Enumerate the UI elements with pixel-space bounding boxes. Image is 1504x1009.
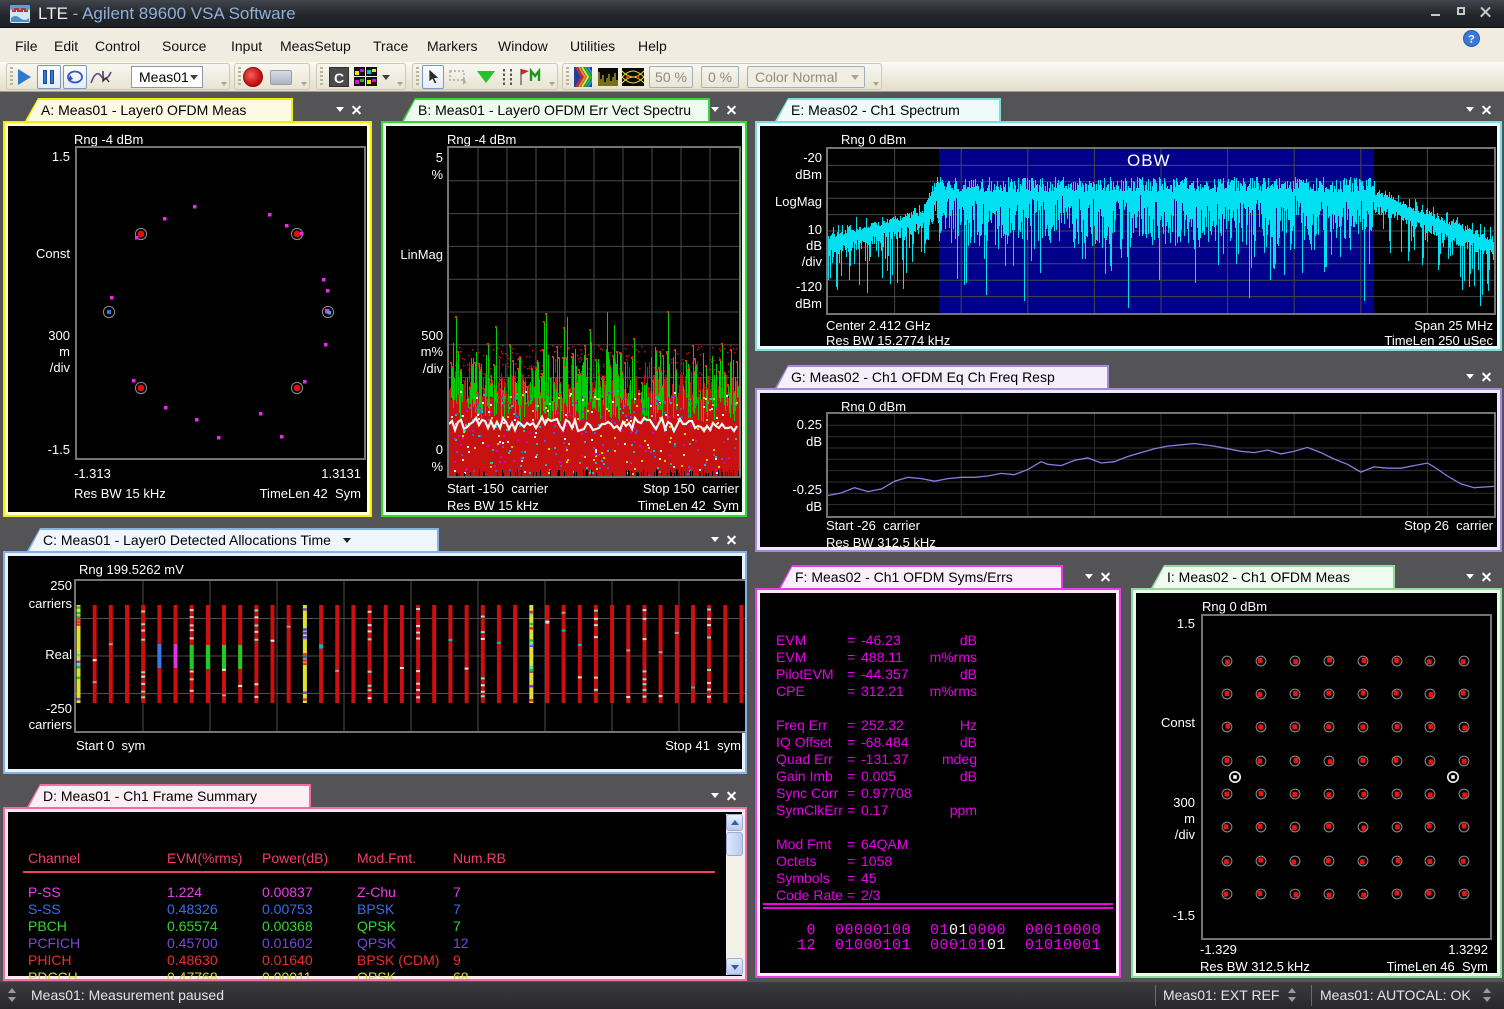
svg-text:?: ? — [1468, 34, 1475, 46]
